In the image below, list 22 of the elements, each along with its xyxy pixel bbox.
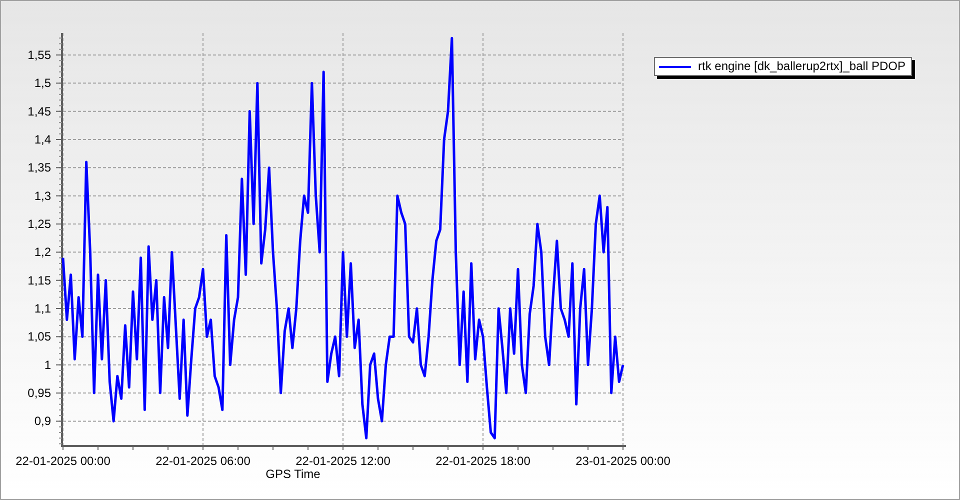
y-tick-label: 1,4 xyxy=(34,132,51,146)
y-tick-label: 1,25 xyxy=(28,217,51,231)
x-tick-label: 22-01-2025 00:00 xyxy=(16,454,110,468)
x-tick-label: 23-01-2025 00:00 xyxy=(576,454,670,468)
y-tick-label: 0,9 xyxy=(34,414,51,428)
y-tick-label: 1,45 xyxy=(28,104,51,118)
legend-line-icon xyxy=(659,64,691,68)
y-tick-label: 1,3 xyxy=(34,188,51,203)
y-tick-label: 1,1 xyxy=(34,302,51,316)
x-tick-label: 22-01-2025 18:00 xyxy=(436,454,530,468)
y-tick-label: 1,05 xyxy=(28,330,51,344)
x-axis-title: GPS Time xyxy=(266,467,320,481)
y-tick-label: 1,15 xyxy=(28,273,51,288)
y-tick-label: 0,95 xyxy=(28,386,51,400)
y-tick-label: 1,55 xyxy=(28,48,51,62)
y-tick-label: 1,2 xyxy=(34,245,51,260)
x-tick-label: 22-01-2025 12:00 xyxy=(296,454,390,468)
y-tick-label: 1,5 xyxy=(34,76,51,90)
y-tick-label: 1 xyxy=(44,358,51,372)
legend-label: rtk engine [dk_ballerup2rtx]_ball PDOP xyxy=(698,59,906,74)
x-tick-label: 22-01-2025 06:00 xyxy=(156,454,250,468)
y-tick-label: 1,35 xyxy=(28,160,51,175)
